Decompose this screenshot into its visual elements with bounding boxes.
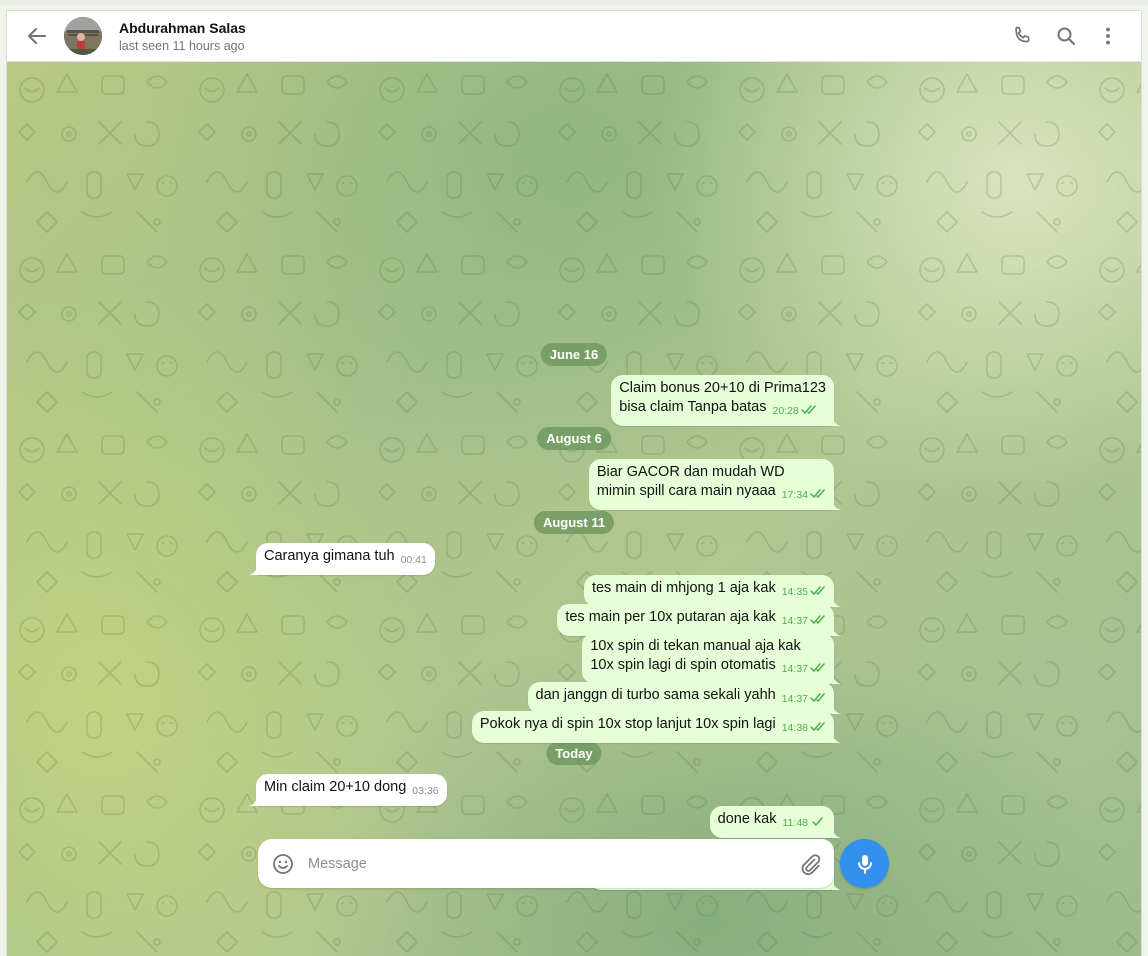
bubble-tail (832, 702, 841, 714)
message-meta: 17:34 (782, 486, 826, 505)
message-time: 14:37 (781, 663, 808, 675)
outgoing-message[interactable]: done kak 11:48 (709, 806, 841, 838)
message-meta: 14:37 (782, 612, 826, 631)
outgoing-message[interactable]: Pokok nya di spin 10x stop lanjut 10x sp… (471, 711, 841, 743)
message-time: 14:37 (781, 693, 808, 705)
message-text: tes main per 10x putaran aja kak (565, 609, 776, 625)
date-separator: August 6 (537, 427, 611, 450)
date-separator: August 11 (533, 511, 615, 534)
bubble-tail (832, 414, 841, 426)
double-check-icon (810, 663, 825, 673)
double-check-icon (810, 693, 825, 703)
message-meta: 11:48 (783, 814, 827, 833)
bubble-tail (249, 794, 258, 806)
message-input[interactable] (306, 852, 780, 876)
more-vertical-icon[interactable] (1096, 24, 1120, 48)
message-meta: 14:37 (782, 690, 826, 709)
message-time: 14:37 (781, 615, 808, 627)
doodle-pattern-background (7, 62, 1141, 956)
back-arrow-icon[interactable] (25, 24, 49, 48)
search-icon[interactable] (1054, 24, 1078, 48)
message-text: Caranya gimana tuh (264, 548, 395, 564)
microphone-icon (858, 855, 872, 874)
message-text: tes main di mhjong 1 aja kak (591, 580, 776, 596)
avatar[interactable] (64, 17, 102, 55)
bubble-tail (832, 498, 841, 510)
message-time: 20:28 (772, 405, 799, 417)
message-time: 11:48 (782, 817, 809, 829)
message-time: 14:38 (781, 722, 808, 734)
chat-area[interactable]: June 16 August 6 August 11 Today Claim b… (7, 62, 1141, 956)
bubble-tail (832, 878, 841, 890)
message-time: 14:35 (781, 586, 808, 598)
date-separator: June 16 (540, 343, 608, 366)
message-meta: 00:41 (401, 551, 427, 570)
last-seen-status: last seen 11 hours ago (119, 39, 245, 53)
phone-icon[interactable] (1010, 24, 1034, 48)
outgoing-message[interactable]: tes main per 10x putaran aja kak 14:37 (557, 604, 841, 636)
emoji-icon[interactable] (271, 852, 295, 876)
top-strip (0, 0, 1148, 5)
message-time: 03:36 (412, 785, 439, 797)
message-composer (258, 839, 834, 888)
outgoing-message[interactable]: Claim bonus 20+10 di Prima123 bisa claim… (611, 375, 841, 426)
outgoing-message[interactable]: tes main di mhjong 1 aja kak 14:35 (583, 575, 841, 607)
outgoing-message[interactable]: Biar GACOR dan mudah WD mimin spill cara… (588, 459, 841, 510)
message-text: 10x spin di tekan manual aja kak 10x spi… (590, 638, 801, 673)
double-check-icon (810, 722, 825, 732)
incoming-message[interactable]: Min claim 20+10 dong 03:36 (249, 774, 447, 806)
double-check-icon (810, 586, 825, 596)
attach-icon[interactable] (798, 852, 822, 876)
message-text: dan janggn di turbo sama sekali yahh (535, 687, 776, 703)
date-separator: Today (546, 742, 602, 765)
message-text: Biar GACOR dan mudah WD mimin spill cara… (596, 464, 785, 499)
outgoing-message[interactable]: dan janggn di turbo sama sekali yahh 14:3… (527, 682, 841, 714)
bubble-tail (832, 595, 841, 607)
message-meta: 20:28 (773, 402, 817, 421)
message-time: 17:34 (781, 489, 808, 501)
incoming-message[interactable]: Caranya gimana tuh 00:41 (249, 543, 435, 575)
message-text: Pokok nya di spin 10x stop lanjut 10x sp… (479, 716, 776, 732)
bubble-tail (832, 672, 841, 684)
bubble-tail (249, 563, 258, 575)
double-check-icon (810, 615, 825, 625)
chat-header: Abdurahman Salas last seen 11 hours ago (7, 11, 1141, 62)
bubble-tail (832, 731, 841, 743)
message-meta: 14:35 (782, 583, 826, 602)
microphone-button[interactable] (840, 839, 889, 888)
message-text: done kak (717, 811, 777, 827)
bubble-tail (832, 826, 841, 838)
outgoing-message[interactable]: 10x spin di tekan manual aja kak 10x spi… (582, 633, 841, 684)
single-check-icon (812, 817, 823, 827)
contact-name[interactable]: Abdurahman Salas (119, 20, 246, 36)
double-check-icon (810, 489, 825, 499)
message-time: 00:41 (400, 554, 427, 566)
message-text: Min claim 20+10 dong (264, 779, 407, 795)
bubble-tail (832, 624, 841, 636)
message-meta: 03:36 (412, 782, 438, 801)
chat-window: Abdurahman Salas last seen 11 hours ago (6, 10, 1142, 956)
double-check-icon (801, 405, 816, 415)
message-meta: 14:37 (782, 660, 826, 679)
message-meta: 14:38 (782, 719, 826, 738)
